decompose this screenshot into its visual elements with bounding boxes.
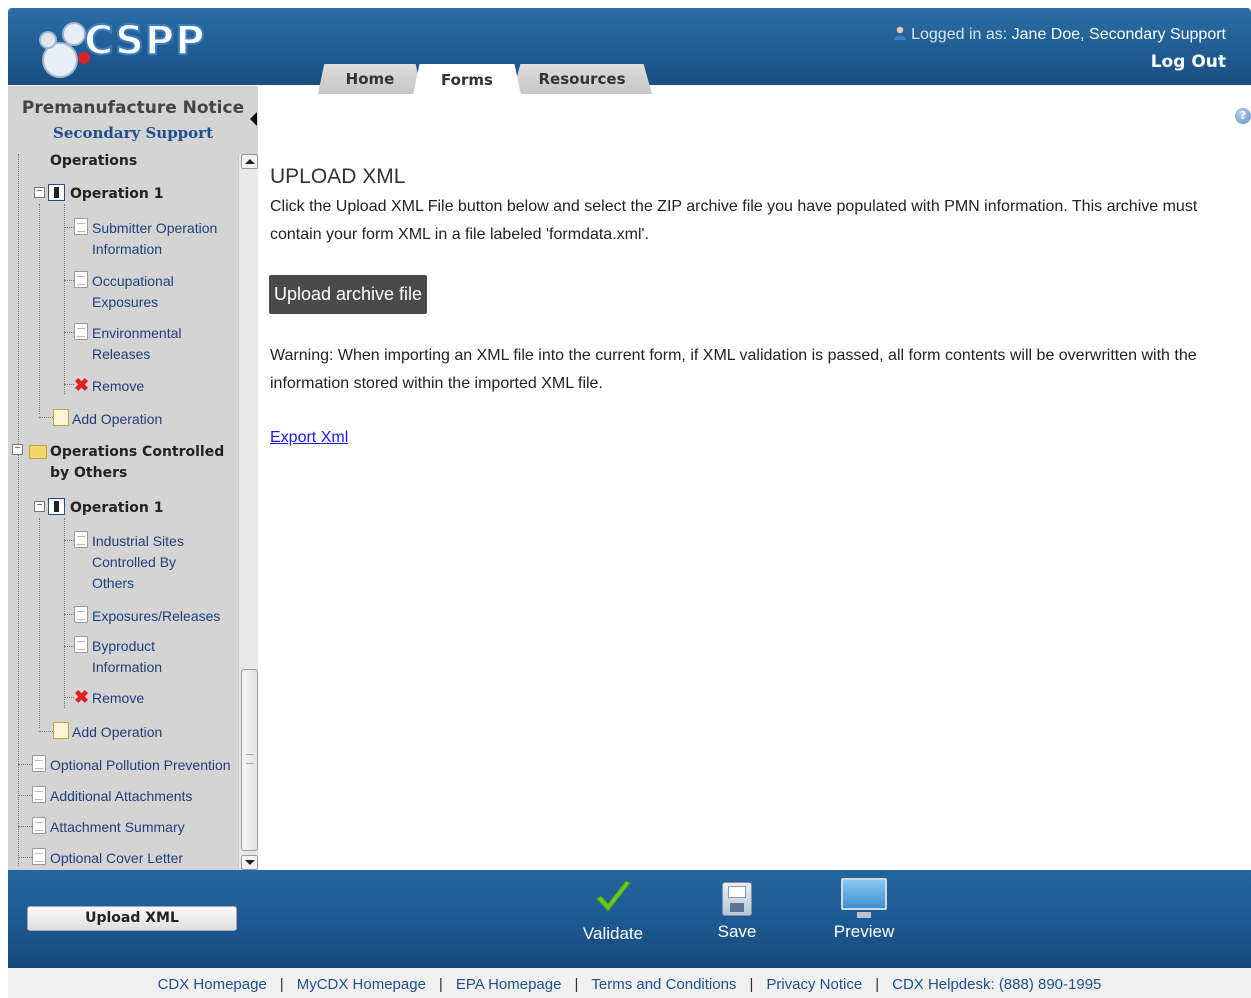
floppy-disk-icon <box>722 882 752 916</box>
save-label: Save <box>717 922 757 941</box>
tree-item-attachment-summary[interactable]: Attachment Summary <box>50 817 185 838</box>
tab-forms[interactable]: Forms <box>413 64 521 95</box>
footer-link-mycdx-homepage[interactable]: MyCDX Homepage <box>297 976 426 993</box>
tree-operation-1[interactable]: Operation 1 <box>70 184 163 205</box>
footer-separator: | <box>574 976 579 993</box>
tree-add-operation[interactable]: Add Operation <box>72 409 162 430</box>
navigation-tree: Operations − Operation 1 Submitter Opera… <box>8 154 238 870</box>
tree-item-additional-attachments[interactable]: Additional Attachments <box>50 786 192 807</box>
action-bar: Upload XML Validate Save Preview <box>8 870 1251 968</box>
preview-label: Preview <box>833 922 895 941</box>
footer-separator: | <box>875 976 880 993</box>
tree-item-byproduct-information[interactable]: Byproduct Information <box>92 636 192 678</box>
document-icon <box>32 848 46 865</box>
footer-separator: | <box>438 976 443 993</box>
import-warning: Warning: When importing an XML file into… <box>270 347 1197 392</box>
chevron-down-icon <box>244 860 255 865</box>
tree-add-controlled-operation[interactable]: Add Operation <box>72 722 162 743</box>
footer-link-helpdesk[interactable]: CDX Helpdesk: (888) 890-1995 <box>892 976 1101 993</box>
logout-link[interactable]: Log Out <box>1151 52 1226 72</box>
scroll-down-button[interactable] <box>241 855 258 870</box>
add-operation-icon <box>53 722 69 739</box>
tree-item-occupational-exposures[interactable]: Occupational Exposures <box>92 271 202 313</box>
footer: CDX Homepage | MyCDX Homepage | EPA Homepage… <box>8 968 1251 998</box>
remove-icon: ✖ <box>74 687 90 707</box>
sidebar: Premanufacture Notice Secondary Support … <box>8 86 258 870</box>
tree-item-exposures-releases[interactable]: Exposures/Releases <box>92 606 220 627</box>
document-icon <box>74 323 88 340</box>
tree-operations-controlled-by-others[interactable]: Operations Controlled by Others <box>50 442 238 484</box>
document-icon <box>74 271 88 288</box>
scroll-up-button[interactable] <box>241 154 258 169</box>
upload-instructions: Click the Upload XML File button below a… <box>270 198 1198 243</box>
tree-item-industrial-sites[interactable]: Industrial Sites Controlled By Others <box>92 531 202 594</box>
document-icon <box>74 218 88 235</box>
footer-separator: | <box>279 976 284 993</box>
tree-item-optional-pollution-prevention[interactable]: Optional Pollution Prevention <box>50 755 231 776</box>
tree-item-environmental-releases[interactable]: Environmental Releases <box>92 323 202 365</box>
chevron-up-icon <box>244 159 255 164</box>
tab-home[interactable]: Home <box>318 64 422 94</box>
collapse-toggle[interactable]: − <box>12 444 23 455</box>
upload-xml-button[interactable]: Upload XML <box>27 906 237 931</box>
document-icon <box>74 636 88 653</box>
document-icon <box>32 786 46 803</box>
login-user: Jane Doe, Secondary Support <box>1011 26 1226 43</box>
login-info: Logged in as: Jane Doe, Secondary Suppor… <box>893 26 1226 44</box>
validate-button[interactable]: Validate <box>573 878 653 944</box>
sidebar-scrollbar[interactable] <box>238 154 258 870</box>
collapse-sidebar-icon[interactable] <box>250 112 257 126</box>
validate-label: Validate <box>582 924 644 943</box>
footer-link-privacy[interactable]: Privacy Notice <box>766 976 862 993</box>
checkmark-icon <box>596 880 631 912</box>
document-icon <box>32 817 46 834</box>
document-icon <box>32 755 46 772</box>
upload-archive-button[interactable]: Upload archive file <box>269 275 427 314</box>
folder-icon <box>29 445 47 459</box>
user-icon <box>894 26 907 40</box>
collapse-toggle[interactable]: − <box>34 187 45 198</box>
scroll-thumb[interactable] <box>241 669 258 851</box>
tree-controlled-operation-1[interactable]: Operation 1 <box>70 498 163 519</box>
tree-operations-header[interactable]: Operations <box>50 154 137 172</box>
collapse-toggle[interactable]: − <box>34 501 45 512</box>
sidebar-subtitle: Secondary Support <box>52 124 214 142</box>
document-icon <box>74 606 88 623</box>
tab-resources[interactable]: Resources <box>512 64 652 94</box>
tree-item-submitter-operation[interactable]: Submitter Operation Information <box>92 218 232 260</box>
export-xml-link[interactable]: Export Xml <box>270 429 348 447</box>
preview-button[interactable]: Preview <box>824 878 904 942</box>
logo-text: CSPP <box>83 17 206 65</box>
sidebar-title: Premanufacture Notice <box>21 98 245 118</box>
tree-item-optional-cover-letter[interactable]: Optional Cover Letter <box>50 848 183 869</box>
app-header: CSPP Logged in as: Jane Doe, Secondary S… <box>8 8 1251 95</box>
help-icon[interactable]: ? <box>1235 108 1251 124</box>
document-icon <box>74 531 88 548</box>
add-operation-icon <box>53 409 69 426</box>
footer-link-terms[interactable]: Terms and Conditions <box>591 976 736 993</box>
footer-link-epa-homepage[interactable]: EPA Homepage <box>456 976 562 993</box>
footer-link-cdx-homepage[interactable]: CDX Homepage <box>158 976 267 993</box>
save-button[interactable]: Save <box>707 878 767 942</box>
login-prefix: Logged in as: <box>911 26 1008 43</box>
tree-remove-operation-1[interactable]: Remove <box>92 376 144 397</box>
monitor-icon <box>841 878 887 918</box>
operation-icon <box>48 498 65 515</box>
tree-remove-controlled-operation-1[interactable]: Remove <box>92 688 144 709</box>
remove-icon: ✖ <box>74 375 90 395</box>
operation-icon <box>48 184 65 201</box>
page-title: UPLOAD XML <box>270 165 406 188</box>
footer-separator: | <box>749 976 754 993</box>
